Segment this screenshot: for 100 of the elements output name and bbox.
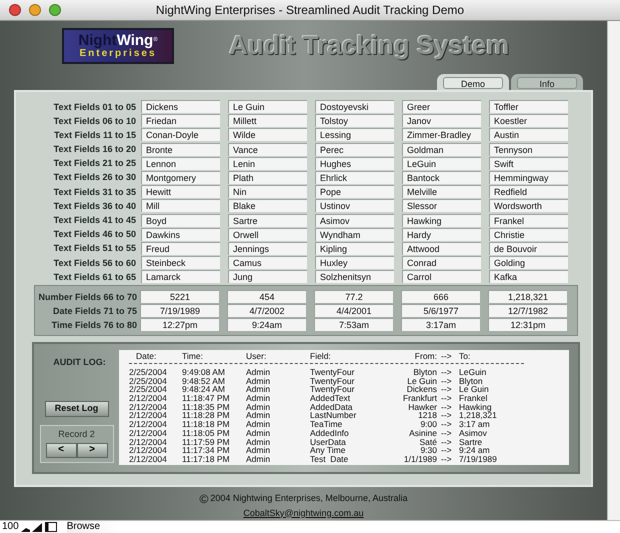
input-field[interactable]: Frankel [489,214,568,226]
input-field[interactable]: Friedan [141,114,220,128]
input-field[interactable]: 3:17am [401,318,480,332]
input-field[interactable]: Huxley [315,256,394,270]
input-field[interactable]: Hughes [315,156,394,170]
input-field[interactable]: de Bouvoir [489,242,568,255]
input-field[interactable]: 1,218,321 [488,290,567,304]
input-field[interactable]: Ehrlick [315,170,394,184]
input-field[interactable]: Tolstoy [315,114,394,128]
input-field[interactable]: Swift [489,156,568,170]
log-cell-text: 1/1/1989 [402,454,437,464]
input-field[interactable]: 9:24am [227,318,306,332]
input-field[interactable]: Nin [228,185,307,198]
input-field[interactable]: Dostoyevski [315,100,394,113]
input-field[interactable]: Hawking [402,214,481,226]
input-field[interactable]: Austin [489,128,568,142]
input-field[interactable]: 7/19/1989 [140,304,219,318]
log-cell-text: LeGuin [459,368,488,377]
input-field[interactable]: Hardy [402,228,481,241]
input-field[interactable]: Greer [402,100,481,113]
input-field[interactable]: Boyd [141,214,220,226]
input-field[interactable]: Attwood [402,242,481,255]
input-field[interactable]: Wordsworth [489,199,568,212]
input-field[interactable]: 7:53am [314,318,393,332]
input-field[interactable]: 12:31pm [488,318,567,332]
input-field[interactable]: Steinbeck [141,256,220,270]
input-field[interactable]: Lessing [315,128,394,142]
input-field[interactable]: 454 [227,290,306,304]
input-field[interactable]: Perec [315,142,394,156]
input-field[interactable]: 12/7/1982 [488,304,567,318]
input-field[interactable]: Melville [402,185,481,198]
zoom-in-icon[interactable] [32,522,42,532]
input-field[interactable]: Tennyson [489,142,568,156]
input-field[interactable]: Bronte [141,142,220,156]
record-label: Record 2 [58,428,95,440]
input-field[interactable]: 666 [401,290,480,304]
input-field[interactable]: Camus [228,256,307,270]
input-field[interactable]: Lamarck [141,270,220,284]
input-field[interactable]: Zimmer-Bradley [402,128,481,142]
window-control-icon[interactable] [9,4,21,16]
input-field[interactable]: Christie [489,228,568,241]
log-cell-text: Asimov [459,428,488,438]
input-field[interactable]: 5/6/1977 [401,304,480,318]
input-field[interactable]: Freud [141,242,220,255]
email-link[interactable]: CobaltSky@nightwing.com.au [243,506,364,520]
input-field[interactable]: Millett [228,114,307,128]
input-field[interactable]: 4/4/2001 [314,304,393,318]
input-field[interactable]: Plath [228,170,307,184]
input-field[interactable]: Redfield [489,185,568,198]
window-title: NightWing Enterprises - Streamlined Audit Tracking Demo [156,2,464,19]
input-field[interactable]: Jung [228,270,307,284]
input-field[interactable]: Conrad [402,256,481,270]
input-field[interactable]: Solzhenitsyn [315,270,394,284]
window-control-icon[interactable] [29,4,41,16]
input-field[interactable]: Janov [402,114,481,128]
input-field[interactable]: Jennings [228,242,307,255]
reset-log-button[interactable]: Reset Log [44,400,108,417]
input-field[interactable]: Asimov [315,214,394,226]
tab[interactable]: Info [511,74,583,90]
next-record-button[interactable]: > [76,442,108,458]
layout-icon[interactable] [44,522,57,532]
input-field[interactable]: Goldman [402,142,481,156]
input-field[interactable]: Montgomery [141,170,220,184]
log-cell-text: TwentyFour [310,385,356,394]
input-field[interactable]: Sartre [228,214,307,226]
input-field[interactable]: 12:27pm [140,318,219,332]
input-field[interactable]: Carrol [402,270,481,284]
column-header: Time: [182,352,204,361]
input-field[interactable]: Koestler [489,114,568,128]
input-field[interactable]: Bantock [402,170,481,184]
input-field[interactable]: Lennon [141,156,220,170]
input-field[interactable]: Slessor [402,199,481,212]
input-field[interactable]: Lenin [228,156,307,170]
input-field[interactable]: 77.2 [314,290,393,304]
input-field[interactable]: Wyndham [315,228,394,241]
input-field[interactable]: Kipling [315,242,394,255]
input-field[interactable]: Ustinov [315,199,394,212]
input-field[interactable]: Orwell [228,228,307,241]
input-field[interactable]: Le Guin [228,100,307,113]
window-control-icon[interactable] [49,4,61,16]
previous-record-button[interactable]: < [46,442,76,458]
input-field[interactable]: Kafka [489,270,568,284]
input-field[interactable]: Dickens [141,100,220,113]
input-field[interactable]: 5221 [140,290,219,304]
input-field[interactable]: Wilde [228,128,307,142]
tab[interactable]: Demo [437,74,509,90]
input-field[interactable]: LeGuin [402,156,481,170]
log-cell-text: Admin [246,420,272,429]
input-field[interactable]: Golding [489,256,568,270]
log-cell-text: --> [440,385,453,394]
input-field[interactable]: Hewitt [141,185,220,198]
input-field[interactable]: Dawkins [141,228,220,241]
input-field[interactable]: Hemmingway [489,170,568,184]
input-field[interactable]: Blake [228,199,307,212]
input-field[interactable]: Pope [315,185,394,198]
input-field[interactable]: Vance [228,142,307,156]
input-field[interactable]: Mill [141,199,220,212]
input-field[interactable]: Conan-Doyle [141,128,220,142]
input-field[interactable]: Toffler [489,100,568,113]
input-field[interactable]: 4/7/2002 [227,304,306,318]
